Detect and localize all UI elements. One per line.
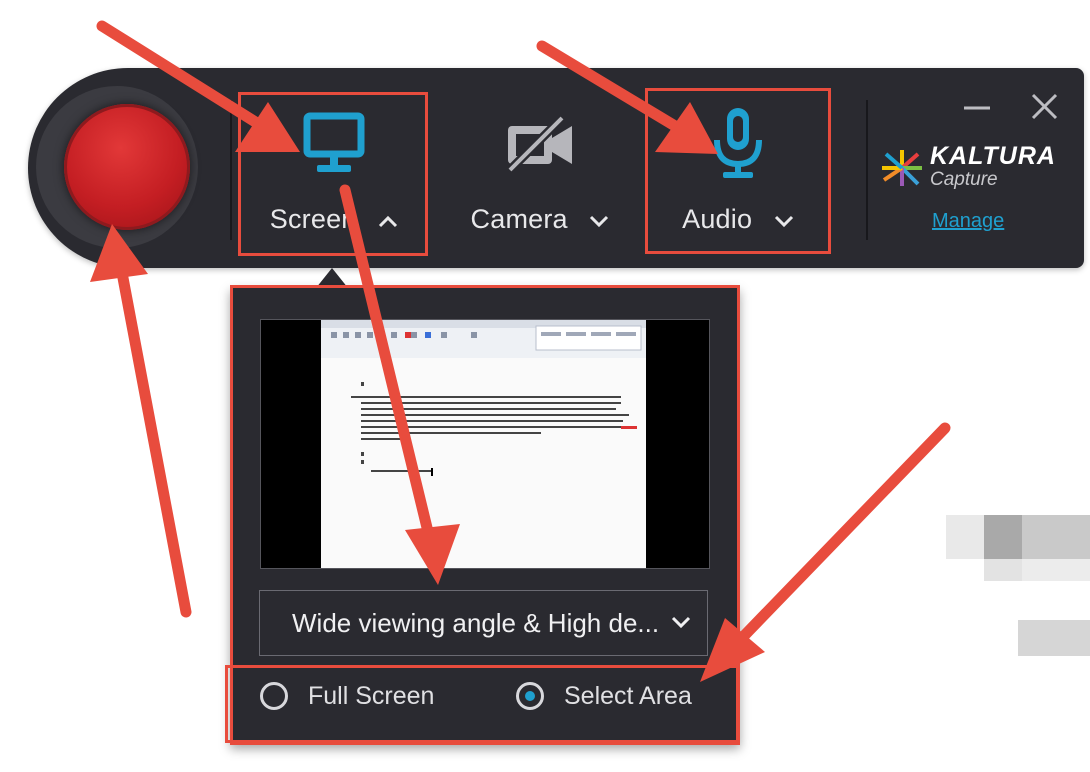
blurred-region <box>1022 559 1090 581</box>
camera-button-label: Camera <box>470 204 568 234</box>
resolution-select[interactable]: Wide viewing angle & High de... <box>259 590 708 656</box>
audio-button[interactable]: Audio <box>653 90 823 250</box>
blurred-region <box>1022 515 1090 559</box>
select-area-label: Select Area <box>564 682 692 710</box>
kaltura-logo-icon <box>882 150 922 186</box>
close-button[interactable] <box>1028 90 1062 124</box>
full-screen-option[interactable]: Full Screen <box>260 676 460 720</box>
chevron-up-icon <box>379 215 398 227</box>
blurred-region <box>1018 620 1090 656</box>
radio-unchecked-icon <box>260 682 288 710</box>
full-screen-label: Full Screen <box>308 682 435 710</box>
manage-link[interactable]: Manage <box>932 210 1004 233</box>
blurred-region <box>984 559 1022 581</box>
panel-pointer <box>316 268 348 288</box>
minimize-icon <box>964 106 990 110</box>
monitor-icon <box>249 110 419 180</box>
screen-button[interactable]: Screen <box>249 90 419 250</box>
screen-preview <box>260 319 710 569</box>
close-icon <box>1031 93 1058 120</box>
minimize-button[interactable] <box>960 90 994 124</box>
screen-button-label-row: Screen <box>249 204 419 235</box>
brand-product: Capture <box>930 169 998 190</box>
camera-off-icon <box>455 110 625 180</box>
resolution-select-value: Wide viewing angle & High de... <box>292 608 660 638</box>
separator <box>866 100 868 240</box>
audio-button-label: Audio <box>682 204 753 234</box>
blurred-region <box>984 515 1022 559</box>
select-area-option[interactable]: Select Area <box>516 676 716 720</box>
microphone-icon <box>653 104 823 178</box>
chevron-down-icon <box>774 215 793 227</box>
radio-checked-icon <box>516 682 544 710</box>
audio-button-label-row: Audio <box>653 204 823 235</box>
brand-name: KALTURA <box>930 142 1056 170</box>
camera-button[interactable]: Camera <box>455 90 625 250</box>
camera-button-label-row: Camera <box>455 204 625 235</box>
screen-preview-image <box>321 320 646 568</box>
chevron-down-icon <box>671 616 691 629</box>
record-button[interactable] <box>64 104 190 230</box>
chevron-down-icon <box>590 215 609 227</box>
blurred-region <box>946 515 984 559</box>
screen-button-label: Screen <box>269 204 357 234</box>
separator <box>230 100 232 240</box>
